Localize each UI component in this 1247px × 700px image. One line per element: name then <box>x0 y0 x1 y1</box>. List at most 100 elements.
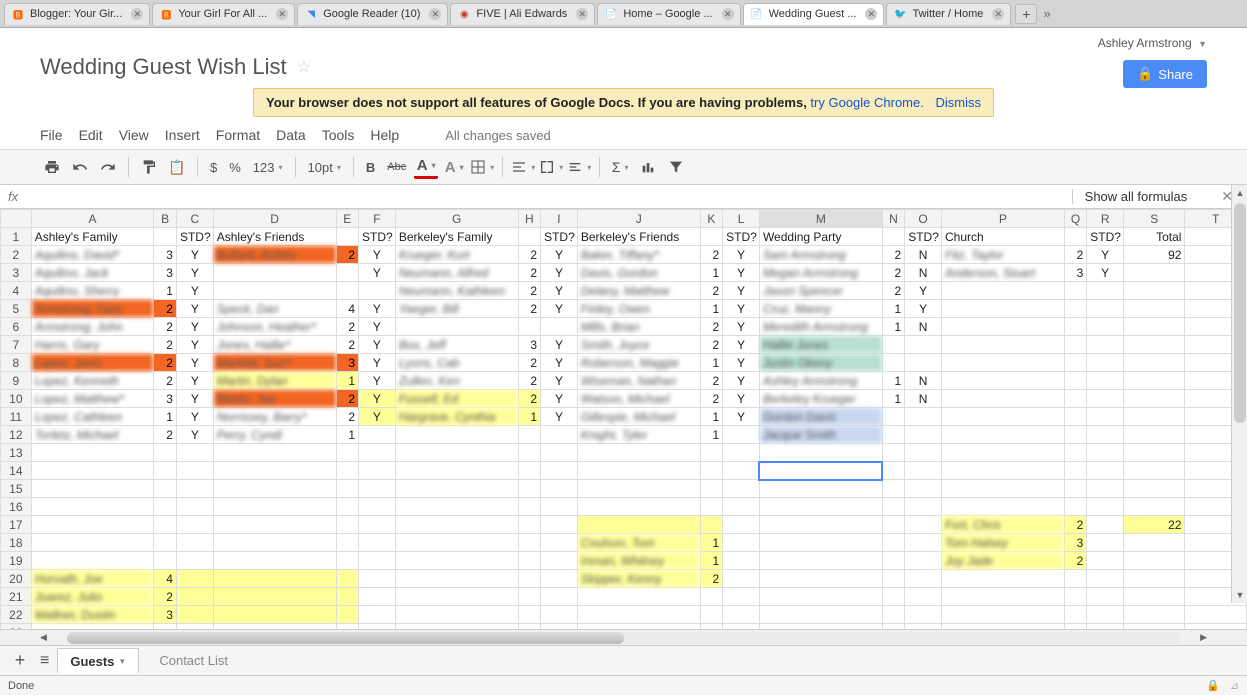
cell[interactable]: N <box>905 264 942 282</box>
cell[interactable] <box>723 426 760 444</box>
cell[interactable] <box>336 228 359 246</box>
cell[interactable] <box>359 282 396 300</box>
cell[interactable]: 2 <box>154 426 177 444</box>
cell[interactable] <box>213 516 336 534</box>
cell[interactable] <box>518 606 541 624</box>
cell[interactable] <box>723 588 760 606</box>
cell[interactable] <box>882 552 905 570</box>
cell[interactable] <box>1087 444 1124 462</box>
cell[interactable] <box>1064 480 1087 498</box>
cell[interactable] <box>1087 462 1124 480</box>
cell[interactable]: 2 <box>1064 516 1087 534</box>
row-header[interactable]: 16 <box>1 498 32 516</box>
cell[interactable] <box>1087 408 1124 426</box>
cell[interactable] <box>577 606 700 624</box>
column-header[interactable]: P <box>942 210 1065 228</box>
cell[interactable]: Y <box>1087 246 1124 264</box>
cell[interactable]: Marfold, Suzi* <box>213 354 336 372</box>
cell[interactable] <box>541 552 578 570</box>
cell[interactable] <box>518 516 541 534</box>
cell[interactable] <box>176 588 213 606</box>
cell[interactable]: Y <box>176 372 213 390</box>
cell[interactable] <box>1064 318 1087 336</box>
cell[interactable] <box>942 390 1065 408</box>
cell[interactable]: Y <box>541 336 578 354</box>
cell[interactable]: 2 <box>882 264 905 282</box>
cell[interactable]: 1 <box>336 426 359 444</box>
cell[interactable]: 2 <box>336 246 359 264</box>
cell[interactable]: Cruz, Manny <box>759 300 882 318</box>
row-header[interactable]: 13 <box>1 444 32 462</box>
cell[interactable]: Coulson, Tom <box>577 534 700 552</box>
browser-tab[interactable]: ◉FIVE | Ali Edwards✕ <box>450 3 595 25</box>
cell[interactable]: STD? <box>359 228 396 246</box>
merge-button[interactable] <box>539 155 563 179</box>
cell[interactable] <box>213 264 336 282</box>
cell[interactable] <box>1087 588 1124 606</box>
cell[interactable] <box>1087 390 1124 408</box>
row-header[interactable]: 11 <box>1 408 32 426</box>
cell[interactable] <box>154 444 177 462</box>
cell[interactable] <box>176 624 213 630</box>
cell[interactable] <box>1087 354 1124 372</box>
cell[interactable] <box>336 444 359 462</box>
cell[interactable]: Y <box>723 264 760 282</box>
cell[interactable]: 2 <box>154 588 177 606</box>
cell[interactable]: 1 <box>700 534 723 552</box>
cell[interactable]: Watson, Michael <box>577 390 700 408</box>
cell[interactable]: 2 <box>700 318 723 336</box>
add-sheet-button[interactable]: + <box>8 650 32 671</box>
cell[interactable]: 1 <box>700 552 723 570</box>
cell[interactable]: Lopez, Janis <box>31 354 154 372</box>
horizontal-scrollbar[interactable]: ◀ ▶ <box>0 629 1247 645</box>
column-header[interactable]: R <box>1087 210 1124 228</box>
cell[interactable]: Y <box>359 336 396 354</box>
cell[interactable] <box>882 462 905 480</box>
cell[interactable] <box>882 570 905 588</box>
cell[interactable]: STD? <box>176 228 213 246</box>
cell[interactable]: Neumann, Kathleen <box>395 282 518 300</box>
cell[interactable]: Skipper, Kenny <box>577 570 700 588</box>
cell[interactable] <box>1124 570 1185 588</box>
cell[interactable] <box>759 498 882 516</box>
cell[interactable] <box>759 462 882 480</box>
fill-color-button[interactable]: A <box>442 155 466 179</box>
cell[interactable] <box>213 462 336 480</box>
cell[interactable]: 2 <box>1064 246 1087 264</box>
cell[interactable]: 1 <box>700 408 723 426</box>
column-header[interactable]: L <box>723 210 760 228</box>
cell[interactable] <box>759 516 882 534</box>
functions-button[interactable]: Σ <box>608 155 632 179</box>
cell[interactable] <box>31 444 154 462</box>
cell[interactable] <box>1124 462 1185 480</box>
cell[interactable] <box>1124 264 1185 282</box>
cell[interactable] <box>359 462 396 480</box>
cell[interactable]: Berkeley Krueger <box>759 390 882 408</box>
cell[interactable]: Martin, Joe <box>213 390 336 408</box>
cell[interactable]: 4 <box>154 570 177 588</box>
tab-overflow-icon[interactable]: » <box>1043 6 1050 21</box>
cell[interactable]: Y <box>541 246 578 264</box>
cell[interactable] <box>395 480 518 498</box>
cell[interactable] <box>905 588 942 606</box>
cell[interactable] <box>700 228 723 246</box>
cell[interactable]: Krueger, Kurt <box>395 246 518 264</box>
cell[interactable] <box>336 264 359 282</box>
row-header[interactable]: 15 <box>1 480 32 498</box>
cell[interactable]: Y <box>905 300 942 318</box>
chart-button[interactable] <box>636 155 660 179</box>
cell[interactable]: Berkeley's Family <box>395 228 518 246</box>
cell[interactable] <box>1087 336 1124 354</box>
cell[interactable]: Gordon Davis <box>759 408 882 426</box>
cell[interactable]: 2 <box>518 264 541 282</box>
cell[interactable]: 2 <box>518 390 541 408</box>
cell[interactable]: Y <box>359 372 396 390</box>
cell[interactable]: Bullard, Ashley <box>213 246 336 264</box>
cell[interactable] <box>541 588 578 606</box>
align-button[interactable] <box>511 155 535 179</box>
cell[interactable] <box>31 552 154 570</box>
cell[interactable] <box>395 444 518 462</box>
cell[interactable] <box>700 588 723 606</box>
cell[interactable] <box>1124 606 1185 624</box>
column-header[interactable]: Q <box>1064 210 1087 228</box>
